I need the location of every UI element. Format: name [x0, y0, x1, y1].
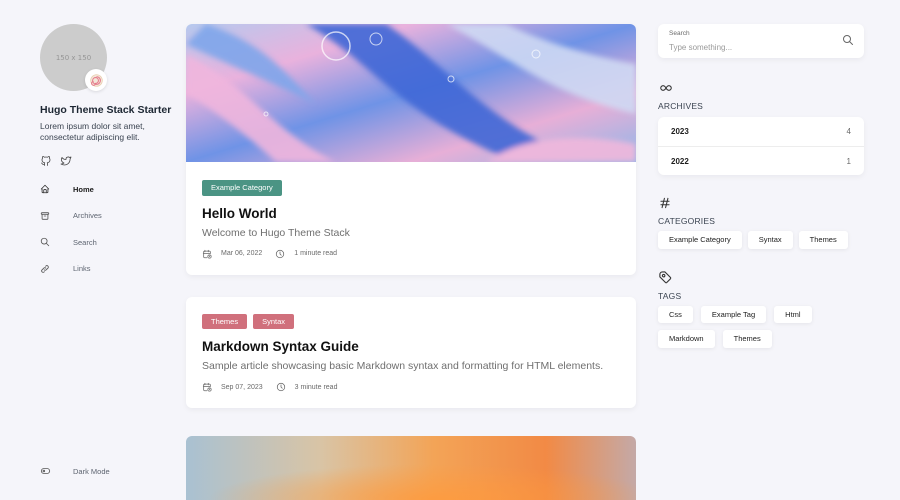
tag-chips: Css Example Tag Html Markdown Themes: [658, 305, 864, 348]
search-input[interactable]: [669, 43, 829, 52]
hash-icon: [658, 196, 674, 210]
article-body: Themes Syntax Markdown Syntax Guide Samp…: [186, 297, 636, 409]
tag-icon: [658, 270, 674, 284]
clock-icon: [276, 382, 286, 392]
article-categories: Example Category: [202, 180, 620, 196]
site-description: Lorem ipsum dolor sit amet, consectetur …: [40, 121, 145, 142]
link-icon: [40, 264, 50, 274]
dark-mode-label: Dark Mode: [73, 466, 110, 476]
avatar-container: 150 x 150: [40, 24, 107, 91]
article-read-time: 3 minute read: [294, 383, 338, 391]
article-subtitle: Welcome to Hugo Theme Stack: [202, 226, 350, 239]
archives-title: ARCHIVES: [658, 101, 704, 111]
categories-title: CATEGORIES: [658, 216, 716, 226]
avatar-emoji-badge: [85, 69, 107, 91]
home-icon: [40, 184, 50, 194]
twitter-icon[interactable]: [60, 155, 72, 167]
menu-item-archives[interactable]: Archives: [40, 203, 102, 230]
right-sidebar: Search ARCHIVES 2023 4 2022 1: [658, 24, 864, 348]
article-subtitle: Sample article showcasing basic Markdown…: [202, 360, 604, 372]
github-icon[interactable]: [40, 155, 52, 167]
main-menu: Home Archives Search Links: [40, 176, 102, 282]
menu-item-label: Home: [73, 184, 94, 194]
tag-chip[interactable]: Example Tag: [700, 305, 767, 323]
calendar-icon: [202, 249, 212, 259]
archive-year-row[interactable]: 2023 4: [658, 117, 864, 146]
left-sidebar: 150 x 150 Hugo Theme Stack Starter Lorem…: [40, 24, 180, 500]
archives-widget: ARCHIVES 2023 4 2022 1: [658, 81, 864, 175]
article-title[interactable]: Hello World: [202, 206, 620, 221]
tag-chip[interactable]: Markdown: [658, 330, 715, 348]
tags-widget: TAGS Css Example Tag Html Markdown Theme…: [658, 270, 864, 348]
dark-mode-toggle[interactable]: Dark Mode: [40, 466, 110, 476]
clock-icon: [275, 249, 285, 259]
article-body: Example Category Hello World Welcome to …: [186, 162, 636, 275]
category-badge[interactable]: Syntax: [253, 313, 295, 329]
article-card[interactable]: [186, 436, 636, 500]
article-meta: Mar 06, 2022 1 minute read: [202, 249, 620, 259]
archive-year-row[interactable]: 2022 1: [658, 146, 864, 175]
category-badge[interactable]: Example Category: [202, 180, 282, 196]
search-label: Search: [669, 30, 690, 37]
article-title[interactable]: Markdown Syntax Guide: [202, 339, 620, 354]
menu-item-label: Links: [73, 264, 91, 274]
search-icon[interactable]: [842, 34, 854, 46]
category-chip[interactable]: Syntax: [747, 231, 793, 249]
article-meta: Sep 07, 2023 3 minute read: [202, 382, 620, 392]
categories-widget: CATEGORIES Example Category Syntax Theme…: [658, 196, 864, 249]
tags-title: TAGS: [658, 290, 682, 301]
archive-year: 2022: [671, 156, 689, 166]
tag-chip[interactable]: Html: [774, 305, 812, 323]
swirl-emoji-icon: [89, 73, 103, 87]
article-date: Sep 07, 2023: [221, 383, 263, 391]
menu-item-search[interactable]: Search: [40, 229, 102, 256]
article-list: Example Category Hello World Welcome to …: [186, 24, 636, 430]
search-widget[interactable]: Search: [658, 24, 864, 58]
article-categories: Themes Syntax: [202, 313, 620, 329]
toggle-icon: [40, 466, 51, 476]
archive-icon: [40, 211, 50, 221]
menu-item-home[interactable]: Home: [40, 176, 102, 203]
archive-year: 2023: [671, 127, 689, 136]
article-read-time: 1 minute read: [294, 250, 338, 257]
menu-item-label: Archives: [73, 211, 102, 221]
archive-count: 4: [846, 127, 851, 136]
social-links: [40, 155, 180, 167]
calendar-icon: [202, 382, 212, 392]
category-chips: Example Category Syntax Themes: [658, 231, 864, 249]
category-chip[interactable]: Example Category: [658, 231, 742, 249]
avatar-placeholder-text: 150 x 150: [55, 53, 92, 62]
article-card[interactable]: Themes Syntax Markdown Syntax Guide Samp…: [186, 296, 636, 409]
infinity-icon: [658, 81, 674, 95]
article-cover-image[interactable]: [186, 24, 636, 162]
tag-chip[interactable]: Themes: [722, 330, 772, 348]
site-name[interactable]: Hugo Theme Stack Starter: [40, 104, 180, 116]
tag-chip[interactable]: Css: [658, 305, 693, 323]
search-icon: [40, 237, 50, 247]
article-cover-image[interactable]: [186, 436, 636, 500]
category-chip[interactable]: Themes: [798, 231, 848, 249]
archive-count: 1: [846, 156, 851, 166]
archives-list: 2023 4 2022 1: [658, 117, 864, 175]
category-badge[interactable]: Themes: [202, 313, 248, 329]
menu-item-links[interactable]: Links: [40, 256, 102, 283]
menu-item-label: Search: [73, 237, 97, 247]
article-card[interactable]: Example Category Hello World Welcome to …: [186, 24, 636, 275]
article-date: Mar 06, 2022: [221, 250, 263, 257]
